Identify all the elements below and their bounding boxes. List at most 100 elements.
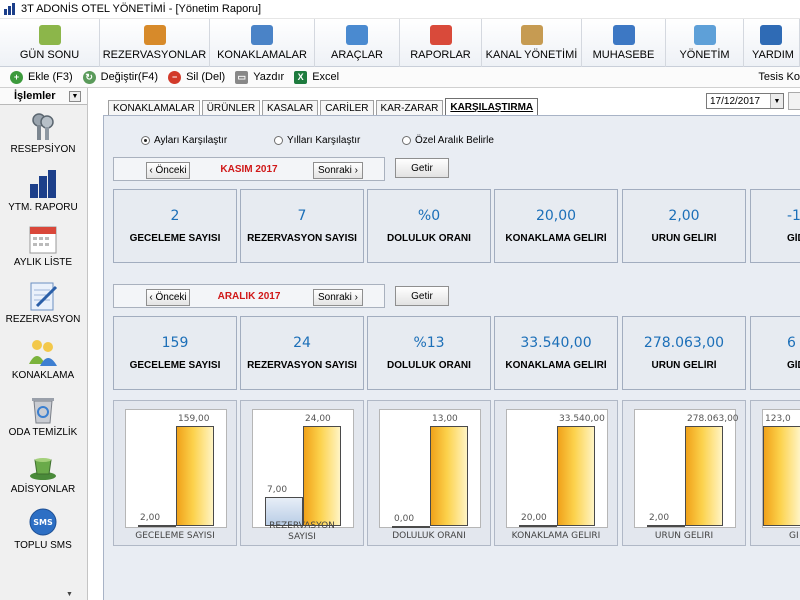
menu-yonetim[interactable]: YÖNETİM — [666, 19, 744, 67]
chart-caption: Gİ — [789, 531, 799, 541]
sidebar-header: İşlemler ▼ — [0, 88, 87, 105]
sms-icon: SMS — [27, 506, 59, 538]
bar-value-label: 7,00 — [267, 485, 288, 495]
bar-value-label: 2,00 — [140, 513, 161, 523]
kpi-card: 2,00 ÜRÜN GELİRİ — [622, 189, 746, 263]
report-tabs: KONAKLAMALAR ÜRÜNLER KASALAR CARİLER KAR… — [108, 98, 540, 115]
guests-icon — [251, 25, 273, 45]
bar-value-label: 33.540,00 — [559, 414, 605, 424]
delete-icon: − — [168, 70, 182, 84]
chart-plot-area: 7,00 24,00 — [252, 409, 354, 528]
bar-value-label: 2,00 — [649, 513, 670, 523]
kpi-label: DOLULUK ORANI — [387, 360, 471, 371]
menu-araclar[interactable]: ARAÇLAR — [315, 19, 400, 67]
tea-icon — [27, 450, 59, 482]
kpi-label: REZERVASYON SAYISI — [247, 360, 357, 371]
comparison-chart: 20,00 33.540,00 KONAKLAMA GELİRİ — [494, 400, 618, 546]
kpi-card: 20,00 KONAKLAMA GELİRİ — [494, 189, 618, 263]
accounting-icon — [612, 25, 635, 45]
tab-kar-zarar[interactable]: KAR-ZARAR — [375, 100, 444, 115]
sidebar-item-konaklama[interactable]: KONAKLAMA — [0, 336, 86, 381]
sidebar-item-oda-temizlik[interactable]: ODA TEMİZLİK — [0, 393, 86, 438]
period-navigator-1: ‹ Önceki KASIM 2017 Sonraki › — [113, 157, 385, 181]
comparison-chart: 2,00 278.063,00 ÜRÜN GELİRİ — [622, 400, 746, 546]
kpi-card: %0 DOLULUK ORANI — [367, 189, 491, 263]
edit-icon: ↻ — [82, 70, 96, 84]
printer-icon: ▭ — [235, 70, 249, 84]
sidebar-item-toplu-sms[interactable]: SMS TOPLU SMS — [0, 506, 86, 551]
menu-yardim[interactable]: YARDIM — [744, 19, 800, 67]
next-button[interactable]: Sonraki › — [313, 162, 363, 179]
previous-button[interactable]: ‹ Önceki — [146, 162, 190, 179]
radio-custom-range[interactable]: Özel Aralık Belirle — [402, 135, 494, 146]
tab-cariler[interactable]: CARİLER — [320, 100, 374, 115]
sidebar-item-adisyonlar[interactable]: ADİSYONLAR — [0, 450, 86, 495]
period-title: KASIM 2017 — [220, 164, 278, 175]
bar-previous-period — [519, 525, 557, 527]
main-menu-bar: GÜN SONU REZERVASYONLAR KONAKLAMALAR ARA… — [0, 19, 800, 67]
add-button[interactable]: + Ekle (F3) — [10, 70, 73, 84]
sidebar-item-rezervasyon[interactable]: REZERVASYON — [0, 280, 86, 325]
menu-rezervasyonlar[interactable]: REZERVASYONLAR — [100, 19, 210, 67]
next-button[interactable]: Sonraki › — [313, 289, 363, 306]
tab-kasalar[interactable]: KASALAR — [262, 100, 319, 115]
comparison-chart: 2,00 159,00 GECELEME SAYISI — [113, 400, 237, 546]
menu-kanal-yonetimi[interactable]: KANAL YÖNETİMİ — [482, 19, 582, 67]
print-report-button[interactable] — [788, 92, 800, 110]
fetch-button-2[interactable]: Getir — [395, 286, 449, 306]
kpi-card: -1 GİD — [750, 189, 800, 263]
tab-konaklamalar[interactable]: KONAKLAMALAR — [108, 100, 200, 115]
kpi-value: %0 — [417, 208, 441, 224]
kpi-value: 7 — [297, 208, 307, 224]
bar-previous-period — [138, 525, 176, 527]
reports-icon — [429, 25, 452, 45]
kpi-card: 6 GİD — [750, 316, 800, 390]
tab-urunler[interactable]: ÜRÜNLER — [201, 100, 261, 115]
kpi-label: GİD — [787, 360, 800, 371]
fetch-button-1[interactable]: Getir — [395, 158, 449, 178]
radio-compare-months[interactable]: Ayları Karşılaştır — [141, 135, 227, 146]
radio-compare-years[interactable]: Yılları Karşılaştır — [274, 135, 360, 146]
delete-button[interactable]: − Sil (Del) — [168, 70, 225, 84]
menu-muhasebe[interactable]: MUHASEBE — [582, 19, 666, 67]
sidebar-item-aylik-liste[interactable]: AYLIK LİSTE — [0, 223, 86, 268]
bar-current-period — [557, 426, 595, 526]
svg-text:SMS: SMS — [33, 518, 53, 527]
operations-sidebar: İşlemler ▼ RESEPSİYON YTM. RAPORU AYLIK … — [0, 88, 88, 600]
print-button[interactable]: ▭ Yazdır — [235, 70, 284, 84]
bar-value-label: 0,00 — [394, 514, 415, 524]
menu-gun-sonu[interactable]: GÜN SONU — [0, 19, 100, 67]
facility-label: Tesis Ko — [758, 71, 800, 83]
keys-icon — [27, 110, 59, 142]
bar-previous-period — [647, 525, 685, 527]
bar-current-period — [176, 426, 214, 526]
title-bar: 3T ADONİS OTEL YÖNETİMİ - [Yönetim Rapor… — [0, 0, 800, 19]
sidebar-item-resepsiyon[interactable]: RESEPSİYON — [0, 110, 86, 155]
chart-plot-area: 2,00 159,00 — [125, 409, 227, 528]
edit-button[interactable]: ↻ Değiştir(F4) — [82, 70, 158, 84]
collapse-arrow-icon[interactable]: ▼ — [69, 90, 81, 102]
kpi-value: 278.063,00 — [643, 335, 725, 351]
dropdown-arrow-icon[interactable]: ▼ — [770, 94, 783, 108]
kpi-value: 2,00 — [668, 208, 700, 224]
menu-raporlar[interactable]: RAPORLAR — [400, 19, 482, 67]
comparison-chart: 0,00 13,00 DOLULUK ORANI — [367, 400, 491, 546]
chart-plot-area: 2,00 278.063,00 — [634, 409, 739, 528]
kpi-value: 24 — [293, 335, 311, 351]
help-icon — [760, 25, 782, 45]
kpi-value: 6 — [787, 335, 796, 351]
excel-button[interactable]: X Excel — [294, 70, 339, 84]
tab-karsilastirma[interactable]: KARŞILAŞTIRMA — [445, 98, 539, 115]
kpi-label: KONAKLAMA GELİRİ — [505, 360, 607, 371]
bar-value-label: 123,0 — [765, 414, 791, 424]
chart-caption: DOLULUK ORANI — [392, 531, 466, 541]
report-date-picker[interactable]: 17/12/2017 ▼ — [706, 93, 784, 109]
menu-konaklamalar[interactable]: KONAKLAMALAR — [210, 19, 315, 67]
kpi-label: REZERVASYON SAYISI — [247, 233, 357, 244]
scroll-down-arrow-icon[interactable]: ▼ — [66, 591, 73, 598]
sidebar-item-ytm-raporu[interactable]: YTM. RAPORU — [0, 168, 86, 213]
kpi-label: ÜRÜN GELİRİ — [651, 233, 717, 244]
bar-value-label: 159,00 — [178, 414, 210, 424]
previous-button[interactable]: ‹ Önceki — [146, 289, 190, 306]
kpi-label: ÜRÜN GELİRİ — [651, 360, 717, 371]
